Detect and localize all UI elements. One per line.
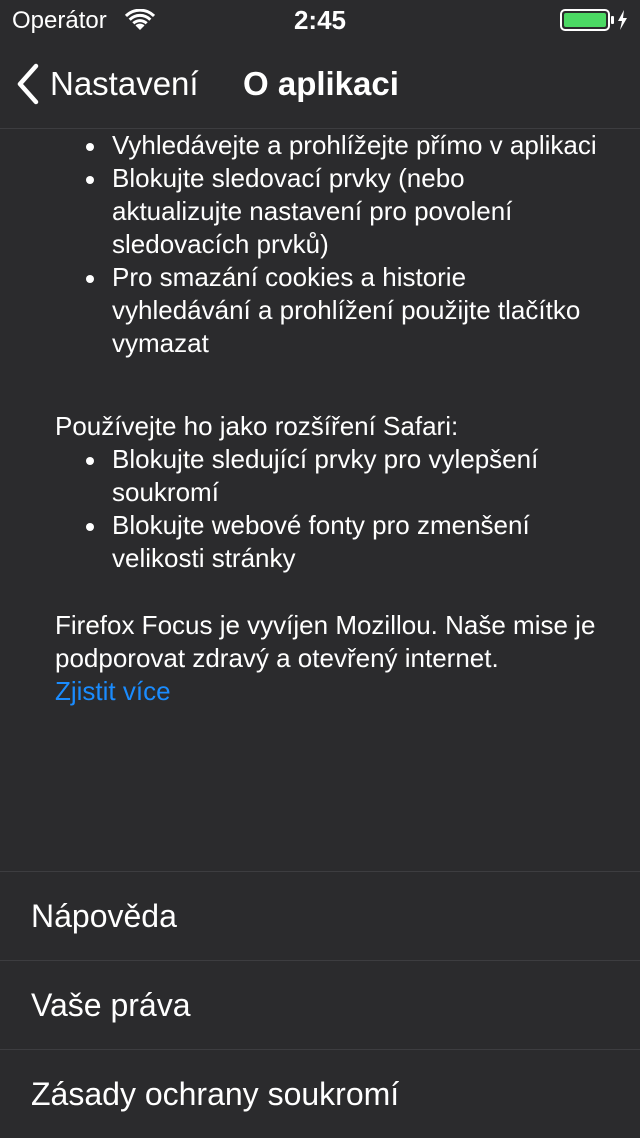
menu-item-label: Zásady ochrany soukromí bbox=[31, 1076, 400, 1112]
back-button-label: Nastavení bbox=[50, 65, 199, 102]
back-button[interactable]: Nastavení bbox=[14, 62, 199, 106]
chevron-left-icon bbox=[17, 63, 39, 105]
list-item: Blokujte sledující prvky pro vylepšení s… bbox=[0, 443, 640, 509]
about-content: Vyhledávejte a prohlížejte přímo v aplik… bbox=[0, 129, 640, 708]
safari-intro: Používejte ho jako rozšíření Safari: bbox=[55, 411, 459, 441]
learn-more-link[interactable]: Zjistit více bbox=[0, 675, 171, 708]
clock-time: 2:45 bbox=[293, 5, 347, 35]
page-title: O aplikaci bbox=[243, 65, 399, 102]
battery-charging-icon bbox=[560, 9, 627, 31]
list-item: Blokujte sledovací prvky (nebo aktualizu… bbox=[0, 162, 640, 261]
app-features-list: Vyhledávejte a prohlížejte přímo v aplik… bbox=[0, 129, 640, 360]
list-item: Blokujte webové fonty pro zmenšení velik… bbox=[0, 509, 640, 575]
menu-item-label: Nápověda bbox=[31, 898, 177, 934]
status-bar: Operátor 2:45 bbox=[0, 0, 640, 40]
about-menu: Nápověda Vaše práva Zásady ochrany soukr… bbox=[0, 871, 640, 1138]
menu-item-label: Vaše práva bbox=[31, 987, 191, 1023]
menu-item-help[interactable]: Nápověda bbox=[0, 871, 640, 960]
safari-features-list: Blokujte sledující prvky pro vylepšení s… bbox=[0, 443, 640, 575]
list-item: Vyhledávejte a prohlížejte přímo v aplik… bbox=[0, 129, 640, 162]
mission-text: Firefox Focus je vyvíjen Mozillou. Naše … bbox=[55, 610, 596, 673]
menu-item-your-rights[interactable]: Vaše práva bbox=[0, 960, 640, 1049]
list-item: Pro smazání cookies a historie vyhledává… bbox=[0, 261, 640, 360]
menu-item-privacy-policy[interactable]: Zásady ochrany soukromí bbox=[0, 1049, 640, 1138]
navigation-bar: Nastavení O aplikaci bbox=[0, 40, 640, 129]
